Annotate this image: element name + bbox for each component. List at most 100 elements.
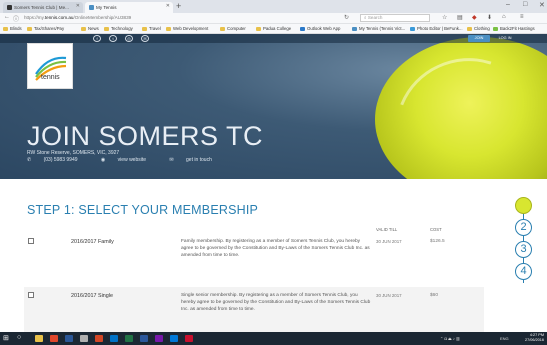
befunky-icon: [410, 26, 415, 31]
tennis-favicon-icon: [7, 5, 12, 11]
membership-checkbox[interactable]: [28, 292, 34, 298]
phone-link[interactable]: ✆ (03) 5983 9949: [27, 157, 89, 163]
bookmark-item[interactable]: Computer: [220, 25, 246, 32]
app-icon[interactable]: [80, 335, 88, 342]
contact-link[interactable]: ✉ get in touch: [169, 157, 222, 163]
tennis-logo[interactable]: tennis: [27, 43, 73, 89]
minimize-button[interactable]: –: [506, 1, 510, 8]
bookmark-item[interactable]: My Tennis (Tennis Vict...: [352, 25, 405, 32]
menu-icon[interactable]: ≡: [520, 14, 524, 20]
edge-icon[interactable]: [170, 335, 178, 342]
bookmark-item[interactable]: Blinds: [3, 25, 22, 32]
windows-start-icon[interactable]: ⊞: [3, 335, 9, 342]
membership-cost: $60: [430, 293, 439, 298]
home-icon[interactable]: ⌂: [502, 14, 506, 20]
system-tray-icons[interactable]: ⌃ ◘ ⏏ ♪ ▥: [440, 335, 460, 342]
clock[interactable]: 4:27 PM 27/06/2016: [518, 333, 544, 343]
word-icon[interactable]: [140, 335, 148, 342]
bookmark-label: Clothing: [474, 26, 490, 31]
join-button[interactable]: JOIN: [468, 35, 490, 42]
website-link[interactable]: ◉ view website: [101, 157, 157, 163]
bookmark-item[interactable]: Photo Editor | BeFunk...: [410, 25, 463, 32]
info-icon[interactable]: ⓘ: [13, 14, 19, 23]
bookmark-item[interactable]: News: [81, 25, 99, 32]
search-icon[interactable]: ○: [17, 334, 21, 342]
url-field[interactable]: https://my.tennis.com.au/OnlineMembershi…: [24, 14, 324, 22]
back2fit-icon: [493, 26, 498, 31]
close-tab-icon[interactable]: ✕: [166, 3, 170, 10]
tennis-favicon-icon: [89, 5, 94, 11]
folder-icon: [256, 26, 261, 31]
bookmark-label: Outlook Web App: [307, 26, 341, 31]
folder-icon: [27, 26, 32, 31]
address-bar: ← ⓘ https://my.tennis.com.au/OnlineMembe…: [0, 13, 547, 24]
step-title: STEP 1: SELECT YOUR MEMBERSHIP: [27, 203, 259, 217]
folder-icon: [81, 26, 86, 31]
file-explorer-icon[interactable]: [35, 335, 43, 342]
step-2-indicator[interactable]: 2: [515, 219, 532, 236]
membership-row[interactable]: 2016/2017 Family Family membership. By r…: [24, 233, 484, 283]
tab-my-tennis[interactable]: My Tennis ✕: [85, 2, 173, 13]
reload-icon[interactable]: ↻: [344, 14, 349, 21]
twitter-icon[interactable]: t: [109, 35, 117, 42]
back-icon[interactable]: ←: [4, 14, 10, 20]
language-indicator[interactable]: ENG: [500, 335, 509, 342]
firefox-icon[interactable]: [50, 335, 58, 342]
bookmarks-bar: Blinds Tax/Shares/Pay News Technology Tr…: [0, 24, 547, 34]
url-prefix: https://my.: [24, 15, 45, 20]
bookmarks-icon[interactable]: ▤: [457, 14, 463, 21]
tennis-ball-icon[interactable]: [515, 197, 532, 214]
bookmark-label: Technology: [111, 26, 133, 31]
bookmark-label: My Tennis (Tennis Vict...: [359, 26, 406, 31]
bookmark-label: Padua College: [263, 26, 292, 31]
outlook-icon[interactable]: [110, 335, 118, 342]
bookmark-item[interactable]: Back2Fit Hastings: [493, 25, 535, 32]
search-input[interactable]: ⌕ Search: [360, 14, 430, 22]
excel-icon[interactable]: [125, 335, 133, 342]
facebook-icon[interactable]: f: [93, 35, 101, 42]
maximize-button[interactable]: □: [523, 1, 527, 8]
bookmark-label: News: [88, 26, 99, 31]
close-tab-icon[interactable]: ✕: [76, 3, 80, 10]
acrobat-icon[interactable]: [185, 335, 193, 342]
outlook-icon: [300, 26, 305, 31]
bookmark-item[interactable]: Tax/Shares/Pay: [27, 25, 64, 32]
new-tab-button[interactable]: +: [176, 1, 181, 11]
windows-taskbar: ⊞ ○ ⌃ ◘ ⏏ ♪ ▥ ENG 4:27 PM 27/06/2016: [0, 332, 547, 345]
star-icon[interactable]: ☆: [442, 14, 447, 21]
close-window-button[interactable]: ✕: [539, 1, 545, 9]
membership-valid-till: 30 JUN 2017: [376, 239, 402, 244]
hero-top-strip: f t ◎ ✉ JOIN LOG IN: [0, 34, 547, 43]
membership-cost: $126.5: [430, 239, 445, 244]
logo-text: tennis: [41, 74, 60, 81]
bookmark-item[interactable]: Travel: [142, 25, 161, 32]
club-contact-links: ✆ (03) 5983 9949 ◉ view website ✉ get in…: [27, 157, 234, 163]
bookmark-item[interactable]: Technology: [104, 25, 133, 32]
powerpoint-icon[interactable]: [95, 335, 103, 342]
pocket-icon[interactable]: ◆: [472, 14, 477, 21]
tab-somers-tennis-club[interactable]: Somers Tennis Club | Me... ✕: [3, 2, 83, 13]
store-icon[interactable]: [65, 335, 73, 342]
membership-description: Family membership. By registering as a m…: [181, 239, 370, 259]
bookmark-item[interactable]: Padua College: [256, 25, 291, 32]
browser-tab-bar: Somers Tennis Club | Me... ✕ My Tennis ✕…: [0, 0, 547, 13]
tab-label: Somers Tennis Club | Me...: [14, 5, 69, 10]
bookmark-item[interactable]: Clothing: [467, 25, 490, 32]
download-icon[interactable]: ⬇: [487, 14, 492, 21]
membership-row[interactable]: 2016/2017 Single Single senior membershi…: [24, 287, 484, 333]
column-header-valid-till: VALID TILL: [376, 227, 398, 232]
club-address: RW Stone Reserve, SOMERS, VIC, 3927: [27, 150, 120, 156]
bookmark-item[interactable]: Outlook Web App: [300, 25, 340, 32]
bookmark-item[interactable]: Web Development: [166, 25, 208, 32]
onenote-icon[interactable]: [155, 335, 163, 342]
step-3-indicator[interactable]: 3: [515, 241, 532, 258]
column-header-cost: COST: [430, 227, 442, 232]
email-icon[interactable]: ✉: [141, 35, 149, 42]
membership-name: 2016/2017 Single: [71, 293, 113, 299]
login-button[interactable]: LOG IN: [492, 35, 518, 42]
url-domain: tennis.com.au: [44, 15, 74, 20]
instagram-icon[interactable]: ◎: [125, 35, 133, 42]
step-4-indicator[interactable]: 4: [515, 263, 532, 280]
folder-icon: [3, 26, 8, 31]
membership-checkbox[interactable]: [28, 238, 34, 244]
